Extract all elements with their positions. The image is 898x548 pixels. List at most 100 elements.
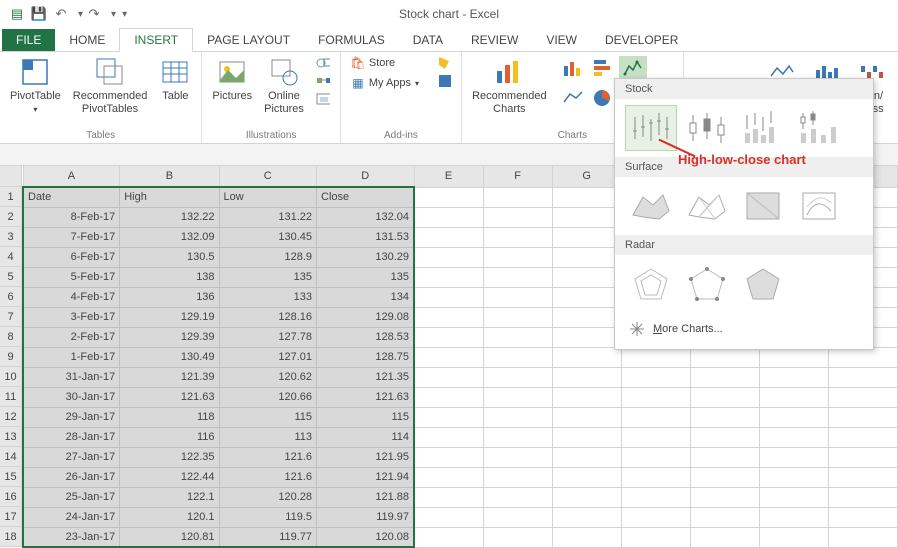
cell[interactable]: 116 [120,427,219,447]
cell[interactable] [759,407,828,427]
cell[interactable]: 120.28 [219,487,316,507]
pivottable-button[interactable]: PivotTable ▾ [10,56,61,115]
row-header[interactable]: 16 [0,487,22,507]
radar-filled-option[interactable] [737,261,789,307]
cell[interactable] [552,247,621,267]
cell[interactable]: 4-Feb-17 [23,287,120,307]
cell[interactable] [552,267,621,287]
column-header-B[interactable]: B [120,166,219,187]
undo-icon[interactable]: ↶ [54,7,68,21]
cell[interactable]: 24-Jan-17 [23,507,120,527]
cell[interactable]: 130.49 [120,347,219,367]
screenshot-icon[interactable] [316,92,330,106]
cell[interactable] [621,447,690,467]
volume-open-high-low-close-chart-option[interactable] [793,105,845,151]
cell[interactable]: 119.97 [317,507,415,527]
cell[interactable] [621,427,690,447]
cell[interactable]: 7-Feb-17 [23,227,120,247]
cell[interactable] [759,507,828,527]
cell[interactable] [690,367,759,387]
column-header-D[interactable]: D [317,166,415,187]
cell[interactable] [483,447,552,467]
cell[interactable] [483,527,552,547]
cell[interactable] [414,427,483,447]
cell[interactable] [483,227,552,247]
cell[interactable] [621,467,690,487]
save-icon[interactable]: 💾 [32,7,46,21]
cell[interactable]: High [120,187,219,207]
cell[interactable] [414,207,483,227]
cell[interactable] [759,347,828,367]
cell[interactable]: 113 [219,427,316,447]
cell[interactable] [414,487,483,507]
cell[interactable] [828,447,897,467]
tab-home[interactable]: HOME [55,29,119,51]
cell[interactable] [483,347,552,367]
tab-file[interactable]: FILE [2,29,55,51]
cell[interactable]: 128.9 [219,247,316,267]
cell[interactable] [828,407,897,427]
cell[interactable]: 25-Jan-17 [23,487,120,507]
cell[interactable] [621,527,690,547]
cell[interactable] [552,527,621,547]
cell[interactable] [759,447,828,467]
tab-view[interactable]: VIEW [532,29,591,51]
cell[interactable] [483,327,552,347]
row-header[interactable]: 14 [0,447,22,467]
cell[interactable] [414,507,483,527]
cell[interactable] [414,307,483,327]
cell[interactable] [483,247,552,267]
cell[interactable] [414,247,483,267]
row-header[interactable]: 8 [0,327,22,347]
row-header[interactable]: 12 [0,407,22,427]
row-header[interactable]: 17 [0,507,22,527]
row-header[interactable]: 10 [0,367,22,387]
surface-contour-option[interactable] [737,183,789,229]
cell[interactable] [552,207,621,227]
cell[interactable] [828,427,897,447]
row-header[interactable]: 6 [0,287,22,307]
cell[interactable] [414,287,483,307]
bing-maps-icon[interactable] [437,56,451,70]
cell[interactable] [690,407,759,427]
cell[interactable] [483,187,552,207]
my-apps-button[interactable]: ▦ My Apps ▾ [351,76,419,90]
cell[interactable]: 3-Feb-17 [23,307,120,327]
cell[interactable] [759,527,828,547]
cell[interactable]: 130.5 [120,247,219,267]
cell[interactable]: 115 [317,407,415,427]
cell[interactable] [690,347,759,367]
cell[interactable]: 115 [219,407,316,427]
pictures-button[interactable]: Pictures [212,56,252,103]
cell[interactable]: 131.22 [219,207,316,227]
cell[interactable]: 27-Jan-17 [23,447,120,467]
cell[interactable] [552,487,621,507]
cell[interactable]: 29-Jan-17 [23,407,120,427]
column-header-F[interactable]: F [483,166,552,187]
cell[interactable] [414,387,483,407]
radar-markers-option[interactable] [681,261,733,307]
redo-icon[interactable]: ↷ [87,7,101,21]
cell[interactable]: 121.63 [120,387,219,407]
row-header[interactable]: 1 [0,187,22,207]
cell[interactable]: 122.44 [120,467,219,487]
pie-chart-icon[interactable] [589,86,617,110]
cell[interactable] [483,387,552,407]
cell[interactable] [621,347,690,367]
cell[interactable]: 136 [120,287,219,307]
cell[interactable]: 120.66 [219,387,316,407]
cell[interactable] [552,327,621,347]
cell[interactable]: 120.1 [120,507,219,527]
cell[interactable]: 127.01 [219,347,316,367]
cell[interactable] [690,487,759,507]
cell[interactable]: 121.6 [219,447,316,467]
cell[interactable]: 121.6 [219,467,316,487]
cell[interactable] [414,327,483,347]
cell[interactable]: Close [317,187,415,207]
cell[interactable]: 122.35 [120,447,219,467]
cell[interactable]: 119.77 [219,527,316,547]
cell[interactable] [552,367,621,387]
row-header[interactable]: 9 [0,347,22,367]
cell[interactable]: 134 [317,287,415,307]
row-header[interactable]: 7 [0,307,22,327]
